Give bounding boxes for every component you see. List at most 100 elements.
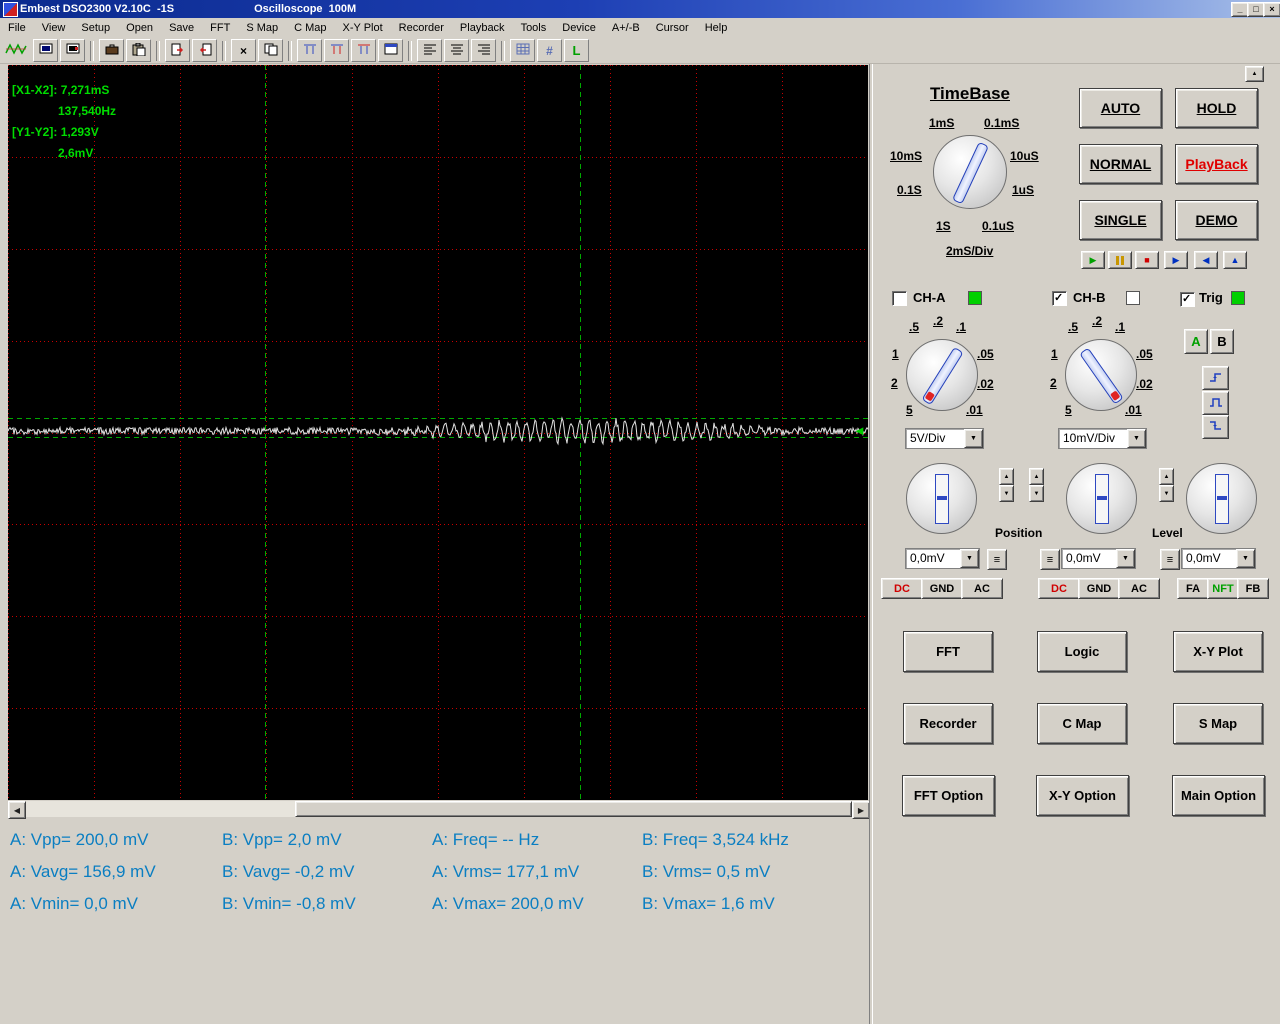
label-toggle-button[interactable]: L: [564, 39, 589, 62]
chb-dial-1[interactable]: 1: [1051, 348, 1058, 360]
chb-position-slider[interactable]: [1094, 473, 1109, 524]
trigger-level-down-button[interactable]: ▼: [1159, 485, 1174, 502]
briefcase-button[interactable]: [99, 39, 124, 62]
dots-toggle-button[interactable]: #: [537, 39, 562, 62]
chb-position-arrow[interactable]: ▼: [1116, 549, 1135, 568]
chb-coupling-gnd-button[interactable]: GND: [1078, 578, 1120, 599]
cha-dial-05v[interactable]: .5: [909, 321, 919, 333]
hold-button[interactable]: HOLD: [1175, 88, 1258, 128]
menu-item-setup[interactable]: Setup: [73, 18, 118, 38]
demo-button[interactable]: DEMO: [1175, 200, 1258, 240]
screen-a-button[interactable]: [33, 39, 58, 62]
menu-item-open[interactable]: Open: [118, 18, 161, 38]
trigger-filter-fa-button[interactable]: FA: [1177, 578, 1209, 599]
trigger-level-arrow[interactable]: ▼: [1236, 549, 1255, 568]
cha-position-knob[interactable]: [906, 463, 977, 534]
chb-volt-knob[interactable]: [1065, 339, 1137, 411]
menu-item-xyplot[interactable]: X-Y Plot: [335, 18, 391, 38]
auto-button[interactable]: AUTO: [1079, 88, 1162, 128]
cha-volt-knob[interactable]: [906, 339, 978, 411]
cha-dial-2[interactable]: 2: [891, 377, 898, 389]
playback-button[interactable]: PlayBack: [1175, 144, 1258, 184]
jump-end-button[interactable]: ▲: [1223, 251, 1247, 269]
c-map-button[interactable]: C Map: [1037, 703, 1127, 744]
trigger-rising-edge-button[interactable]: [1202, 366, 1229, 390]
cha-voltdiv-arrow[interactable]: ▼: [964, 429, 983, 448]
scroll-thumb[interactable]: [295, 801, 852, 817]
chb-checkbox[interactable]: ✓: [1052, 291, 1067, 306]
menu-item-fft[interactable]: FFT: [202, 18, 238, 38]
export-a-button[interactable]: [165, 39, 190, 62]
copy-button[interactable]: [258, 39, 283, 62]
menu-item-device[interactable]: Device: [554, 18, 604, 38]
cha-dial-01v[interactable]: .1: [956, 321, 966, 333]
trigger-level-slider[interactable]: [1214, 473, 1229, 524]
export-b-button[interactable]: [192, 39, 217, 62]
logic-button[interactable]: Logic: [1037, 631, 1127, 672]
menu-item-recorder[interactable]: Recorder: [391, 18, 452, 38]
chb-dial-05v[interactable]: .5: [1068, 321, 1078, 333]
align-center-button[interactable]: [444, 39, 469, 62]
menu-item-save[interactable]: Save: [161, 18, 202, 38]
align-right-button[interactable]: [471, 39, 496, 62]
panel-scroll-up-button[interactable]: ▲: [1245, 66, 1264, 82]
chb-voltdiv-arrow[interactable]: ▼: [1127, 429, 1146, 448]
chb-coupling-dc-button[interactable]: DC: [1038, 578, 1080, 599]
chb-position-select[interactable]: 0,0mV ▼: [1061, 548, 1136, 569]
trig-checkbox[interactable]: ✓: [1180, 292, 1195, 307]
play-button[interactable]: ▶: [1081, 251, 1105, 269]
trigger-filter-nft-button[interactable]: NFT: [1207, 578, 1239, 599]
chb-position-reset-button[interactable]: ≡: [1040, 549, 1060, 570]
timebase-label-10ms[interactable]: 10mS: [890, 150, 922, 162]
menu-item-cursor[interactable]: Cursor: [648, 18, 697, 38]
trigger-falling-edge-button[interactable]: [1202, 415, 1229, 439]
chb-coupling-ac-button[interactable]: AC: [1118, 578, 1160, 599]
cha-position-select[interactable]: 0,0mV ▼: [905, 548, 980, 569]
s-map-button[interactable]: S Map: [1173, 703, 1263, 744]
trigger-source-a-button[interactable]: A: [1184, 329, 1208, 354]
pause-button[interactable]: [1108, 251, 1132, 269]
step-back-button[interactable]: ◀: [1194, 251, 1218, 269]
trigger-filter-fb-button[interactable]: FB: [1237, 578, 1269, 599]
normal-button[interactable]: NORMAL: [1079, 144, 1162, 184]
timebase-knob[interactable]: [933, 135, 1007, 209]
xy-plot-button[interactable]: X-Y Plot: [1173, 631, 1263, 672]
timebase-label-01us[interactable]: 0.1uS: [982, 220, 1014, 232]
cha-coupling-dc-button[interactable]: DC: [881, 578, 923, 599]
chb-position-knob[interactable]: [1066, 463, 1137, 534]
close-button[interactable]: ×: [1263, 2, 1280, 17]
trigger-level-knob[interactable]: [1186, 463, 1257, 534]
cha-dial-001[interactable]: .01: [966, 404, 983, 416]
menu-item-aplusb[interactable]: A+/-B: [604, 18, 648, 38]
chb-position-up-button[interactable]: ▲: [1029, 468, 1044, 485]
trigger-level-marker[interactable]: ◄: [853, 424, 866, 437]
delete-view-button[interactable]: ×: [231, 39, 256, 62]
trigger-pulse-button[interactable]: [1202, 391, 1229, 415]
chb-position-down-button[interactable]: ▼: [1029, 485, 1044, 502]
menu-item-playback[interactable]: Playback: [452, 18, 513, 38]
fft-button[interactable]: FFT: [903, 631, 993, 672]
scope-canvas[interactable]: [8, 65, 868, 800]
xy-option-button[interactable]: X-Y Option: [1036, 775, 1129, 816]
scroll-right-button[interactable]: ▶: [852, 801, 870, 819]
cha-dial-002[interactable]: .02: [977, 378, 994, 390]
chb-voltdiv-select[interactable]: 10mV/Div ▼: [1058, 428, 1147, 449]
cursor-x2-button[interactable]: [324, 39, 349, 62]
scope-hscrollbar[interactable]: ◀ ▶: [8, 801, 870, 819]
chb-dial-02v[interactable]: .2: [1092, 315, 1102, 327]
timebase-label-1s[interactable]: 1S: [936, 220, 951, 232]
timebase-label-10us[interactable]: 10uS: [1010, 150, 1039, 162]
cha-voltdiv-select[interactable]: 5V/Div ▼: [905, 428, 984, 449]
cursor-x1-button[interactable]: [297, 39, 322, 62]
align-left-button[interactable]: [417, 39, 442, 62]
main-option-button[interactable]: Main Option: [1172, 775, 1265, 816]
cha-position-arrow[interactable]: ▼: [960, 549, 979, 568]
menu-item-tools[interactable]: Tools: [513, 18, 555, 38]
menu-item-cmap[interactable]: C Map: [286, 18, 334, 38]
cha-position-reset-button[interactable]: ≡: [987, 549, 1007, 570]
cha-position-slider[interactable]: [934, 473, 949, 524]
cha-checkbox[interactable]: [892, 291, 907, 306]
chb-dial-01v[interactable]: .1: [1115, 321, 1125, 333]
trigger-level-up-button[interactable]: ▲: [1159, 468, 1174, 485]
cursor-y-button[interactable]: [351, 39, 376, 62]
